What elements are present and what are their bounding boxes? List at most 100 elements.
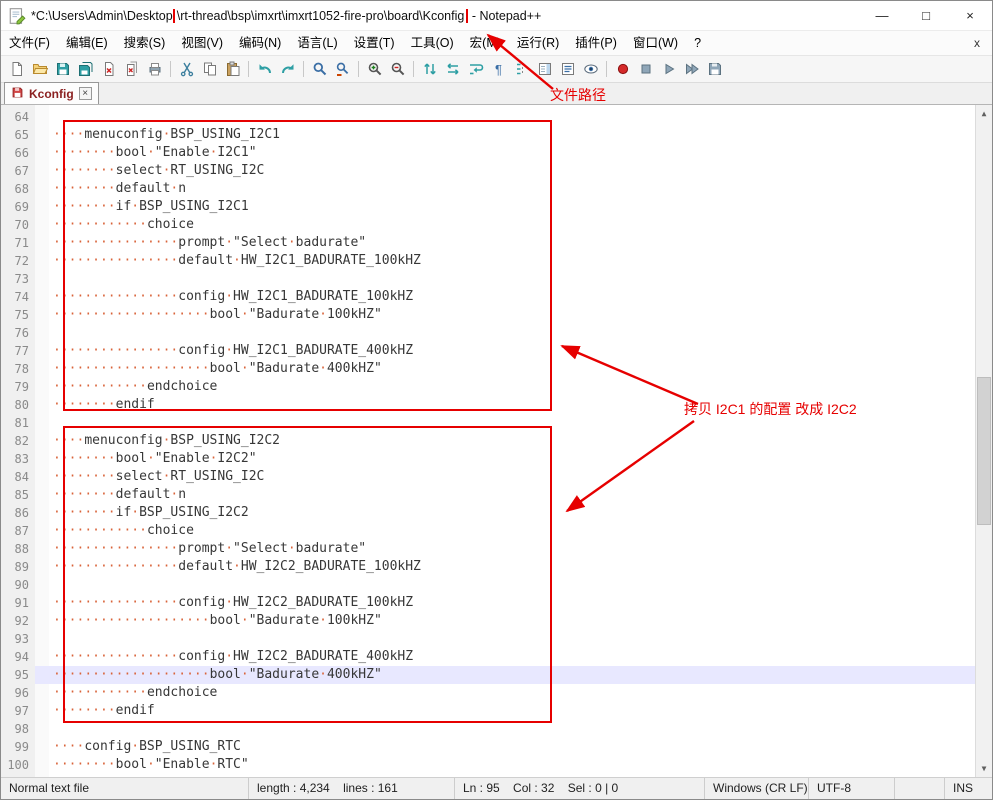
doc-map-icon[interactable] xyxy=(534,59,555,79)
maximize-button[interactable]: □ xyxy=(904,1,948,31)
code-text[interactable]: ········if·BSP_USING_I2C1 xyxy=(35,198,992,216)
undo-icon[interactable] xyxy=(254,59,275,79)
line-number[interactable]: 67 xyxy=(1,162,35,180)
save-all-icon[interactable] xyxy=(75,59,96,79)
code-text[interactable] xyxy=(35,108,992,126)
code-text[interactable]: ········endif xyxy=(35,396,992,414)
line-number[interactable]: 99 xyxy=(1,738,35,756)
sync-vertical-icon[interactable] xyxy=(419,59,440,79)
replace-icon[interactable] xyxy=(332,59,353,79)
code-text[interactable]: ········bool·"Enable·RTC" xyxy=(35,756,992,774)
code-text[interactable]: ········default·n xyxy=(35,180,992,198)
line-number[interactable]: 86 xyxy=(1,504,35,522)
code-text[interactable]: ········endif xyxy=(35,702,992,720)
code-text[interactable]: ····menuconfig·BSP_USING_I2C2 xyxy=(35,432,992,450)
code-text[interactable] xyxy=(35,720,992,738)
line-number[interactable]: 72 xyxy=(1,252,35,270)
code-text[interactable]: ····················bool·"Badurate·100kH… xyxy=(35,612,992,630)
new-file-icon[interactable] xyxy=(6,59,27,79)
code-text[interactable]: ········bool·"Enable·I2C2" xyxy=(35,450,992,468)
line-number[interactable]: 80 xyxy=(1,396,35,414)
menu-item-file[interactable]: 文件(F) xyxy=(1,31,58,55)
line-number[interactable]: 66 xyxy=(1,144,35,162)
code-text[interactable]: ················config·HW_I2C1_BADURATE_… xyxy=(35,342,992,360)
line-number[interactable]: 88 xyxy=(1,540,35,558)
line-number[interactable]: 83 xyxy=(1,450,35,468)
line-number[interactable]: 73 xyxy=(1,270,35,288)
find-icon[interactable] xyxy=(309,59,330,79)
code-text[interactable]: ········if·BSP_USING_I2C2 xyxy=(35,504,992,522)
close-all-icon[interactable] xyxy=(121,59,142,79)
code-text[interactable]: ········bool·"Enable·I2C1" xyxy=(35,144,992,162)
line-number[interactable]: 65 xyxy=(1,126,35,144)
line-number[interactable]: 71 xyxy=(1,234,35,252)
play-macro-icon[interactable] xyxy=(658,59,679,79)
code-text[interactable]: ····················bool·"Badurate·400kH… xyxy=(35,666,992,684)
code-text[interactable]: ············choice xyxy=(35,522,992,540)
indent-guide-icon[interactable] xyxy=(511,59,532,79)
menu-item-encoding[interactable]: 编码(N) xyxy=(231,31,289,55)
line-number[interactable]: 85 xyxy=(1,486,35,504)
line-number[interactable]: 74 xyxy=(1,288,35,306)
menu-item-settings[interactable]: 设置(T) xyxy=(346,31,403,55)
line-number[interactable]: 90 xyxy=(1,576,35,594)
tab-close-icon[interactable]: × xyxy=(79,87,92,100)
word-wrap-icon[interactable] xyxy=(465,59,486,79)
menu-item-window[interactable]: 窗口(W) xyxy=(625,31,686,55)
scroll-up-icon[interactable]: ▲ xyxy=(976,105,992,122)
code-text[interactable]: ················config·HW_I2C1_BADURATE_… xyxy=(35,288,992,306)
code-text[interactable]: ············choice xyxy=(35,216,992,234)
cut-icon[interactable] xyxy=(176,59,197,79)
line-number[interactable]: 64 xyxy=(1,108,35,126)
close-button[interactable]: × xyxy=(948,1,992,31)
line-number[interactable]: 92 xyxy=(1,612,35,630)
line-number[interactable]: 79 xyxy=(1,378,35,396)
tab-kconfig[interactable]: Kconfig × xyxy=(4,82,99,104)
code-text[interactable]: ········select·RT_USING_I2C xyxy=(35,162,992,180)
menu-item-edit[interactable]: 编辑(E) xyxy=(58,31,116,55)
code-text[interactable]: ············endchoice xyxy=(35,684,992,702)
line-number[interactable]: 75 xyxy=(1,306,35,324)
function-list-icon[interactable] xyxy=(557,59,578,79)
code-text[interactable] xyxy=(35,576,992,594)
line-number[interactable]: 76 xyxy=(1,324,35,342)
line-number[interactable]: 78 xyxy=(1,360,35,378)
code-text[interactable] xyxy=(35,630,992,648)
save-icon[interactable] xyxy=(52,59,73,79)
line-number[interactable]: 89 xyxy=(1,558,35,576)
scroll-down-icon[interactable]: ▼ xyxy=(976,760,992,777)
line-number[interactable]: 68 xyxy=(1,180,35,198)
redo-icon[interactable] xyxy=(277,59,298,79)
line-number[interactable]: 87 xyxy=(1,522,35,540)
line-number[interactable]: 91 xyxy=(1,594,35,612)
monitor-eye-icon[interactable] xyxy=(580,59,601,79)
line-number[interactable]: 77 xyxy=(1,342,35,360)
code-text[interactable]: ················config·HW_I2C2_BADURATE_… xyxy=(35,648,992,666)
code-text[interactable]: ················default·HW_I2C2_BADURATE… xyxy=(35,558,992,576)
print-icon[interactable] xyxy=(144,59,165,79)
code-text[interactable]: ········default·n xyxy=(35,486,992,504)
sync-horizontal-icon[interactable] xyxy=(442,59,463,79)
code-text[interactable]: ············endchoice xyxy=(35,378,992,396)
code-text[interactable] xyxy=(35,324,992,342)
line-number[interactable]: 100 xyxy=(1,756,35,774)
line-number[interactable]: 81 xyxy=(1,414,35,432)
line-number[interactable]: 97 xyxy=(1,702,35,720)
code-text[interactable]: ················prompt·"Select·badurate" xyxy=(35,234,992,252)
scrollbar-thumb[interactable] xyxy=(977,377,991,525)
line-number[interactable]: 70 xyxy=(1,216,35,234)
code-text[interactable]: ················config·HW_I2C2_BADURATE_… xyxy=(35,594,992,612)
code-text[interactable]: ········select·RT_USING_I2C xyxy=(35,468,992,486)
line-number[interactable]: 95 xyxy=(1,666,35,684)
menu-item-view[interactable]: 视图(V) xyxy=(173,31,231,55)
code-text[interactable]: ····menuconfig·BSP_USING_I2C1 xyxy=(35,126,992,144)
code-text[interactable] xyxy=(35,414,992,432)
close-file-icon[interactable] xyxy=(98,59,119,79)
zoom-out-icon[interactable] xyxy=(387,59,408,79)
code-text[interactable]: ····················bool·"Badurate·100kH… xyxy=(35,306,992,324)
menu-item-run[interactable]: 运行(R) xyxy=(509,31,567,55)
code-text[interactable]: ····config·BSP_USING_RTC xyxy=(35,738,992,756)
code-text[interactable]: ················default·HW_I2C1_BADURATE… xyxy=(35,252,992,270)
line-number[interactable]: 84 xyxy=(1,468,35,486)
minimize-button[interactable]: — xyxy=(860,1,904,31)
